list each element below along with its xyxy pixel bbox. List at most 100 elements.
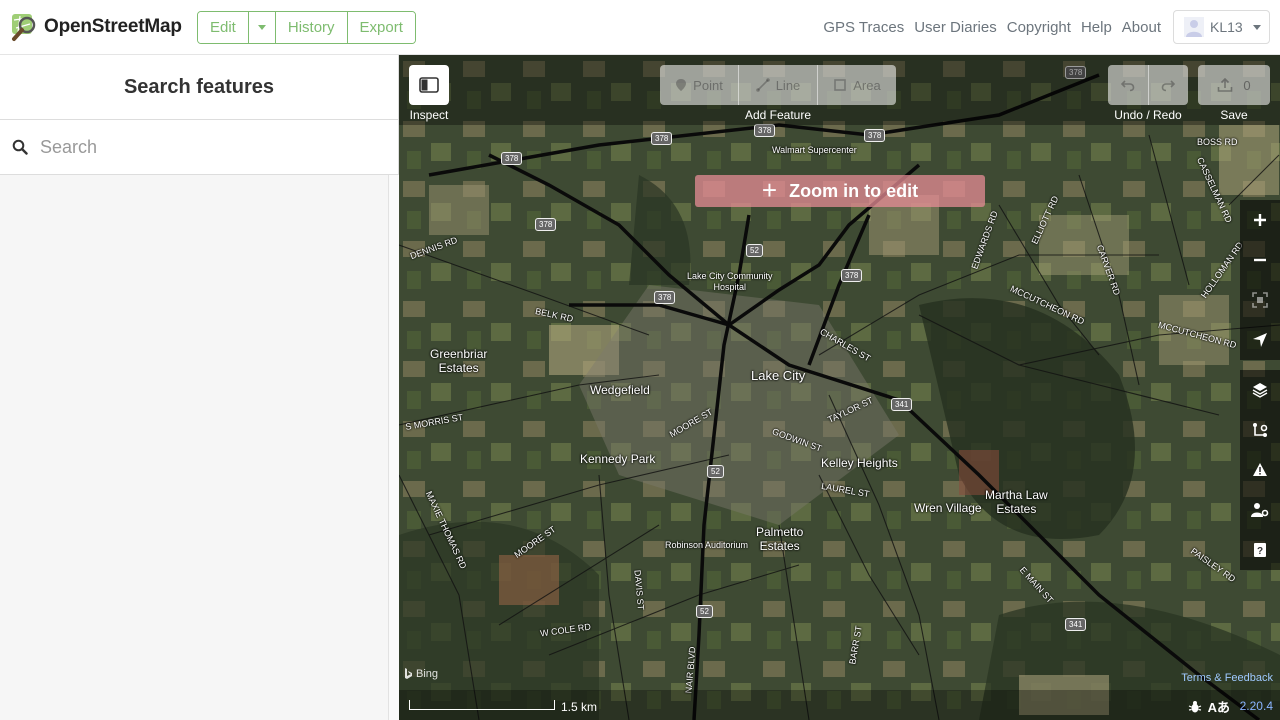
add-feature-group: Point Line Area bbox=[660, 65, 896, 105]
inspect-label: Inspect bbox=[409, 108, 449, 122]
nav-gps-traces[interactable]: GPS Traces bbox=[823, 19, 904, 36]
search-row bbox=[0, 120, 398, 175]
edit-button-group: Edit History Export bbox=[197, 11, 416, 44]
place-label-kennedy-park: Kennedy Park bbox=[580, 452, 656, 466]
background-layers-button[interactable] bbox=[1240, 370, 1280, 410]
point-icon bbox=[676, 79, 687, 91]
route-shield: 378 bbox=[535, 218, 557, 231]
avatar-icon bbox=[1184, 17, 1204, 37]
route-shield: 378 bbox=[654, 291, 676, 304]
zoom-out-button[interactable] bbox=[1240, 240, 1280, 280]
sidebar-toggle-icon bbox=[419, 77, 439, 93]
user-settings-icon bbox=[1251, 503, 1269, 517]
redo-button[interactable] bbox=[1149, 65, 1189, 105]
imagery-attribution[interactable]: Bing bbox=[404, 668, 438, 680]
brand-title: OpenStreetMap bbox=[44, 16, 182, 37]
footer-icons: Aあ bbox=[1188, 697, 1230, 716]
location-arrow-icon bbox=[1253, 333, 1267, 347]
add-point-button[interactable]: Point bbox=[660, 65, 739, 105]
help-book-icon: ? bbox=[1254, 543, 1266, 557]
version-label[interactable]: 2.20.4 bbox=[1240, 699, 1273, 713]
sidebar-title: Search features bbox=[123, 75, 275, 98]
poi-label-auditorium: Robinson Auditorium bbox=[665, 540, 749, 550]
save-label: Save bbox=[1220, 108, 1248, 122]
translate-icon[interactable]: Aあ bbox=[1208, 697, 1230, 716]
place-label-martha-law: Martha Law Estates bbox=[985, 488, 1048, 516]
map-data-button[interactable] bbox=[1240, 410, 1280, 450]
user-name: KL13 bbox=[1210, 19, 1243, 35]
nav-copyright[interactable]: Copyright bbox=[1007, 19, 1071, 36]
edit-dropdown-button[interactable] bbox=[248, 12, 276, 43]
plus-icon: + bbox=[761, 175, 778, 205]
save-button[interactable]: 0 bbox=[1198, 65, 1270, 105]
bing-logo-icon bbox=[405, 668, 412, 679]
export-button[interactable]: Export bbox=[347, 12, 415, 43]
place-label-palmetto: Palmetto Estates bbox=[756, 525, 804, 553]
minus-icon bbox=[1254, 258, 1266, 262]
route-shield: 52 bbox=[746, 244, 763, 257]
place-label-wren-village: Wren Village bbox=[914, 501, 982, 515]
route-shield: 341 bbox=[891, 398, 913, 411]
geolocate-button[interactable] bbox=[1240, 320, 1280, 360]
upload-icon bbox=[1218, 78, 1233, 92]
bug-icon[interactable] bbox=[1188, 700, 1202, 714]
line-icon bbox=[755, 78, 770, 92]
add-area-button[interactable]: Area bbox=[818, 65, 896, 105]
plus-icon bbox=[1254, 214, 1266, 226]
place-label-kelley-heights: Kelley Heights bbox=[821, 456, 898, 470]
route-shield: 378 bbox=[501, 152, 523, 165]
site-header: OpenStreetMap Edit History Export GPS Tr… bbox=[0, 0, 1280, 55]
place-label-lake-city: Lake City bbox=[751, 368, 806, 383]
search-icon bbox=[12, 139, 28, 155]
osm-logo-icon bbox=[10, 12, 40, 42]
route-shield: 378 bbox=[651, 132, 673, 145]
poi-label-hospital: Lake City Community Hospital bbox=[687, 271, 773, 292]
map-data-icon bbox=[1253, 423, 1268, 437]
route-shield: 52 bbox=[707, 465, 724, 478]
scale-bar[interactable] bbox=[409, 700, 555, 710]
place-label-wedgefield: Wedgefield bbox=[590, 383, 650, 397]
sidebar-resizer[interactable] bbox=[388, 175, 399, 720]
route-shield: 341 bbox=[1065, 618, 1087, 631]
preferences-button[interactable] bbox=[1240, 490, 1280, 530]
area-icon bbox=[834, 79, 847, 91]
nav-help[interactable]: Help bbox=[1081, 19, 1112, 36]
add-feature-label: Add Feature bbox=[744, 108, 812, 122]
layers-icon bbox=[1252, 383, 1268, 398]
line-label: Line bbox=[775, 77, 801, 93]
bing-label: Bing bbox=[416, 668, 439, 680]
place-label-greenbriar: Greenbriar Estates bbox=[430, 347, 488, 375]
map-controls: ? bbox=[1240, 200, 1280, 570]
route-shield: 378 bbox=[754, 124, 776, 137]
undo-redo-group bbox=[1108, 65, 1188, 105]
zoom-in-to-edit-button[interactable]: + Zoom in to edit bbox=[695, 175, 985, 207]
issues-button[interactable] bbox=[1240, 450, 1280, 490]
area-label: Area bbox=[853, 77, 881, 93]
zoom-selection-icon bbox=[1252, 292, 1268, 308]
chevron-down-icon bbox=[1252, 24, 1261, 30]
undo-redo-label: Undo / Redo bbox=[1114, 108, 1182, 122]
terms-feedback-link[interactable]: Terms & Feedback bbox=[1181, 672, 1273, 684]
history-button[interactable]: History bbox=[275, 12, 348, 43]
undo-button[interactable] bbox=[1108, 65, 1149, 105]
save-count: 0 bbox=[1243, 77, 1251, 93]
nav-about[interactable]: About bbox=[1122, 19, 1161, 36]
add-line-button[interactable]: Line bbox=[739, 65, 818, 105]
search-input[interactable] bbox=[40, 136, 370, 158]
warning-icon bbox=[1253, 463, 1267, 476]
feature-sidebar: Search features bbox=[0, 55, 399, 720]
map-canvas[interactable]: Lake City Greenbriar Estates Wedgefield K… bbox=[399, 55, 1280, 720]
osm-logo-link[interactable]: OpenStreetMap bbox=[10, 12, 182, 42]
zoom-in-button[interactable] bbox=[1240, 200, 1280, 240]
route-shield: 52 bbox=[696, 605, 713, 618]
undo-icon bbox=[1120, 80, 1135, 92]
help-button[interactable]: ? bbox=[1240, 530, 1280, 570]
edit-button[interactable]: Edit bbox=[198, 12, 249, 43]
redo-icon bbox=[1161, 80, 1176, 92]
nav-user-diaries[interactable]: User Diaries bbox=[914, 19, 997, 36]
svg-text:?: ? bbox=[1257, 546, 1263, 557]
user-menu-button[interactable]: KL13 bbox=[1173, 10, 1270, 44]
inspect-button[interactable] bbox=[409, 65, 449, 105]
point-label: Point bbox=[693, 77, 723, 93]
zoom-to-selection-button[interactable] bbox=[1240, 280, 1280, 320]
